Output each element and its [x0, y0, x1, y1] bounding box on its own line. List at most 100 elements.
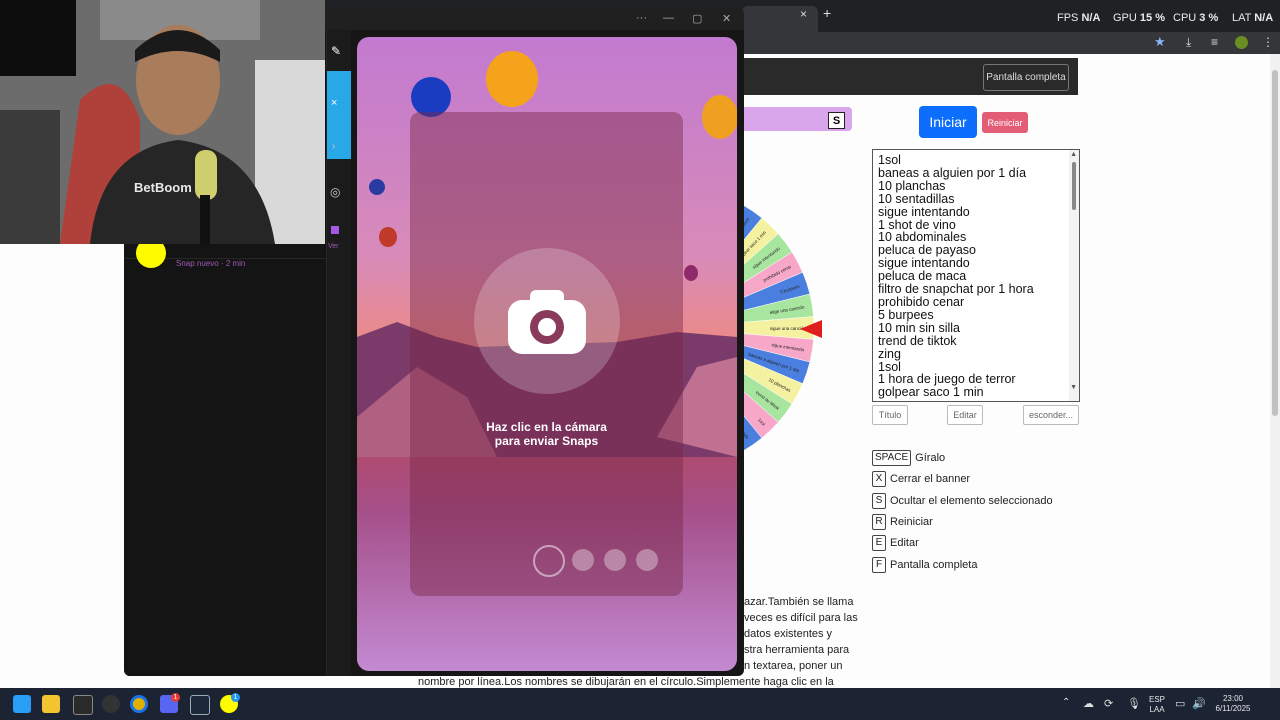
camera-button[interactable]: [474, 248, 620, 394]
scroll-up-icon[interactable]: ▲: [1070, 151, 1077, 158]
microphone-icon[interactable]: 🎙: [1127, 697, 1141, 710]
window-maximize-button[interactable]: ▢: [692, 12, 702, 25]
bookmark-star-icon[interactable]: ★: [1154, 34, 1166, 50]
camera-prompt: Haz clic en la cámara para enviar Snaps: [410, 420, 683, 448]
names-list: 1sol baneas a alguien por 1 día 10 plancha…: [873, 150, 1079, 399]
page-scrollbar-thumb[interactable]: [1272, 70, 1278, 416]
edit-button[interactable]: Editar: [947, 405, 983, 425]
fps-stat: FPS N/A: [1057, 12, 1100, 24]
network-icon[interactable]: ▭: [1175, 697, 1185, 710]
name-entry: 10 planchas: [878, 178, 946, 193]
textarea-scrollbar-thumb[interactable]: [1072, 162, 1076, 210]
name-entry: sigue intentando: [878, 204, 970, 219]
window-minimize-button[interactable]: —: [663, 12, 674, 24]
shortcut-key: SPACE: [872, 450, 912, 466]
file-explorer-icon[interactable]: [42, 695, 60, 713]
balloon-icon: [411, 77, 451, 117]
shortcut-row: R Reiniciar: [872, 513, 933, 530]
app-x-icon[interactable]: [73, 695, 93, 715]
chat-snippet[interactable]: Snap nuevo · 2 min: [176, 259, 245, 268]
title-button[interactable]: Título: [872, 405, 908, 425]
shortcut-label: Reiniciar: [890, 515, 933, 528]
story-indicator-icon: [331, 226, 339, 234]
start-menu-icon[interactable]: [13, 695, 31, 713]
profile-avatar[interactable]: [1235, 36, 1248, 49]
shortcut-label: Editar: [890, 537, 919, 550]
name-entry: 10 sentadillas: [878, 191, 955, 206]
rail-highlight: [327, 71, 351, 159]
balloon-icon: [379, 227, 397, 247]
names-textarea[interactable]: 1sol baneas a alguien por 1 día 10 plancha…: [872, 149, 1080, 402]
balloon-icon: [684, 265, 698, 281]
view-label[interactable]: Ver: [328, 243, 339, 250]
language-line2: LAA: [1149, 705, 1165, 714]
window-more-icon[interactable]: ···: [636, 12, 647, 24]
gpu-value: 15 %: [1139, 12, 1165, 24]
start-button[interactable]: Iniciar: [919, 106, 977, 138]
new-chat-icon[interactable]: ✎: [331, 44, 341, 58]
reset-button[interactable]: Reiniciar: [982, 112, 1028, 133]
browser-menu-icon[interactable]: ⋮: [1262, 35, 1274, 49]
shortcut-key: S: [872, 492, 886, 509]
camera-icon: [508, 290, 586, 354]
volume-icon[interactable]: 🔊: [1192, 697, 1206, 710]
new-tab-button[interactable]: +: [823, 5, 831, 21]
lens-selector-button[interactable]: [533, 545, 565, 577]
lens-sad-icon[interactable]: [604, 549, 626, 571]
reading-list-icon[interactable]: ≡: [1211, 35, 1218, 49]
scroll-down-icon[interactable]: ▼: [1070, 384, 1077, 391]
balloon-icon: [486, 51, 538, 107]
shirt-text: BetBoom: [134, 180, 192, 195]
chrome-icon[interactable]: [130, 695, 148, 713]
name-entry: prohibido cenar: [878, 294, 965, 309]
camera-small-icon[interactable]: ◎: [330, 185, 340, 199]
download-icon[interactable]: ⤓: [1186, 35, 1191, 50]
webcam-image: BetBoom: [0, 0, 325, 244]
shortcut-key: F: [872, 556, 886, 573]
hide-button[interactable]: esconder...: [1023, 405, 1079, 425]
name-entry: 5 burpees: [878, 307, 934, 322]
shortcut-row: F Pantalla completa: [872, 556, 978, 573]
language-indicator[interactable]: ESP LAA: [1146, 695, 1168, 715]
shortcut-row: X Cerrar el banner: [872, 471, 971, 488]
shortcut-label: Pantalla completa: [890, 558, 978, 571]
camera-prompt-line2: para enviar Snaps: [494, 434, 599, 448]
clock-time: 23:00: [1222, 694, 1244, 703]
chevron-right-icon[interactable]: ›: [332, 141, 335, 152]
cpu-label: CPU: [1173, 12, 1197, 24]
shortcut-row: E Editar: [872, 535, 919, 552]
fullscreen-button[interactable]: Pantalla completa: [983, 64, 1069, 91]
language-line1: ESP: [1148, 695, 1165, 704]
shortcut-label: Ocultar el elemento seleccionado: [890, 494, 1053, 507]
gpu-label: GPU: [1113, 12, 1137, 24]
steam-icon[interactable]: [190, 695, 210, 715]
shortcut-key: X: [872, 471, 886, 488]
lens-monkey-icon[interactable]: [636, 549, 658, 571]
clock[interactable]: 23:00 6/11/2025: [1208, 694, 1258, 714]
close-icon[interactable]: ×: [331, 97, 337, 109]
name-entry: golpear saco 1 min: [878, 385, 984, 400]
fps-label: FPS: [1057, 12, 1079, 24]
shortcut-row: SPACE Gíralo: [872, 450, 945, 466]
webcam-overlay: BetBoom: [0, 0, 325, 244]
shortcut-label: Gíralo: [915, 452, 946, 464]
lens-angry-icon[interactable]: [572, 549, 594, 571]
gpu-stat: GPU 15 %: [1113, 12, 1165, 24]
camera-prompt-line1: Haz clic en la cámara: [486, 420, 607, 434]
cpu-value: 3 %: [1199, 12, 1219, 24]
fps-value: N/A: [1081, 12, 1101, 24]
lat-stat: LAT N/A: [1232, 12, 1273, 24]
shortcut-label: Cerrar el banner: [890, 473, 971, 486]
s-key-badge[interactable]: S: [828, 112, 845, 129]
shortcut-row: S Ocultar el elemento seleccionado: [872, 492, 1053, 509]
name-entry: baneas a alguien por 1 día: [878, 165, 1027, 180]
sync-icon[interactable]: ⟳: [1104, 697, 1113, 710]
tray-chevron-icon[interactable]: ⌃: [1062, 697, 1070, 708]
name-entry: trend de tiktok: [878, 333, 957, 348]
app-circle-icon[interactable]: [102, 695, 120, 713]
window-close-button[interactable]: ✕: [722, 12, 731, 25]
close-tab-icon[interactable]: ×: [800, 7, 807, 21]
cloud-icon[interactable]: ☁: [1083, 697, 1094, 710]
wheel-pointer-icon: [800, 320, 822, 338]
shortcut-key: E: [872, 535, 886, 552]
